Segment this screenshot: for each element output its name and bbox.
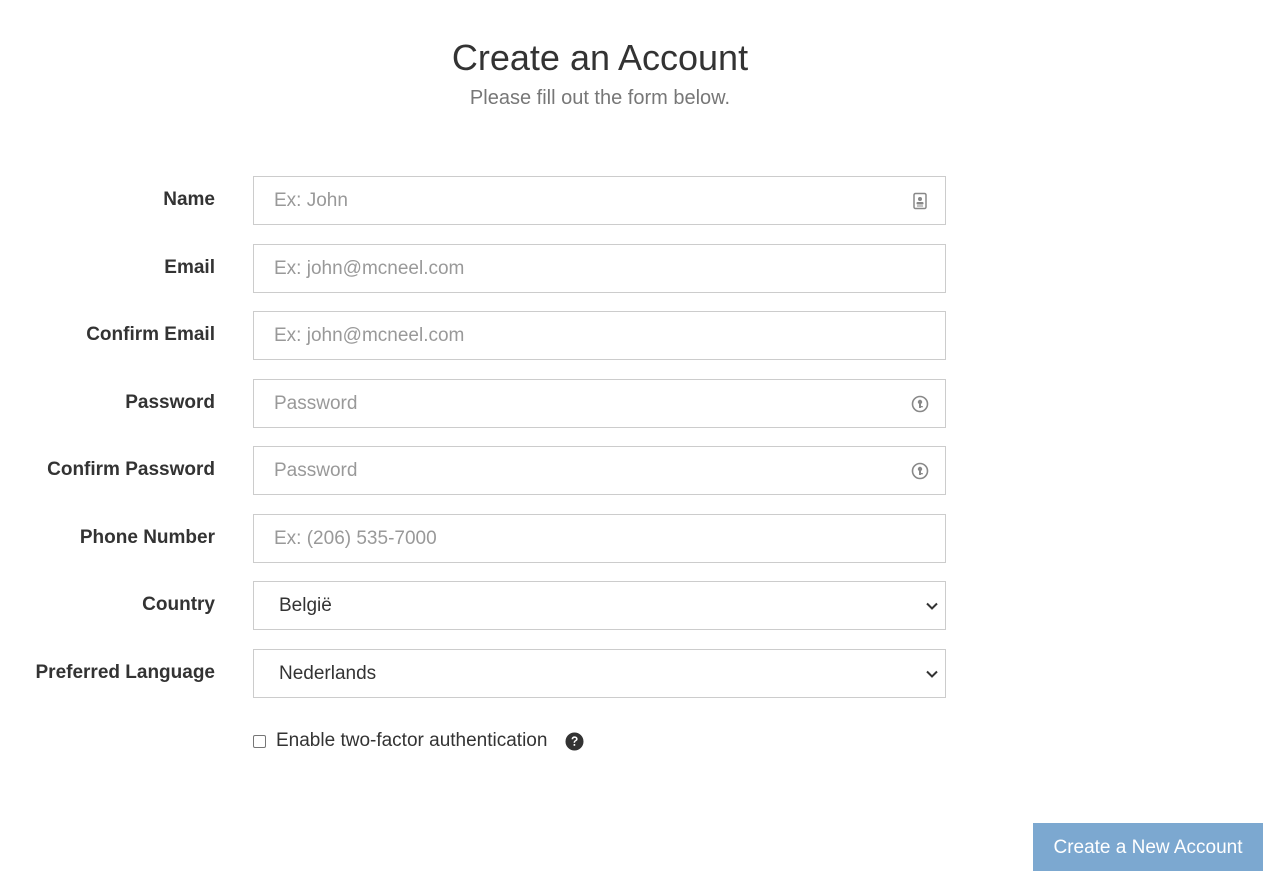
question-circle-icon[interactable] — [565, 732, 584, 751]
create-account-page: Create an Account Please fill out the fo… — [0, 0, 1268, 878]
contact-card-icon[interactable] — [911, 192, 929, 210]
password-manager-icon[interactable] — [911, 462, 929, 480]
email-label: Email — [164, 257, 215, 278]
confirm-password-row: Confirm Password — [0, 446, 950, 496]
phone-input[interactable] — [254, 515, 945, 562]
email-row: Email — [0, 244, 950, 294]
email-input[interactable] — [254, 245, 945, 292]
two-factor-checkbox[interactable] — [253, 734, 266, 748]
language-label: Preferred Language — [35, 662, 216, 683]
confirm-password-field[interactable] — [253, 446, 946, 495]
country-row: Country België — [0, 581, 950, 631]
two-factor-row: Enable two-factor authentication — [253, 728, 584, 754]
confirm-email-input[interactable] — [254, 312, 945, 359]
password-input[interactable] — [254, 380, 945, 427]
page-subtitle: Please fill out the form below. — [469, 87, 731, 109]
language-dropdown[interactable]: Nederlands — [254, 650, 945, 697]
password-label: Password — [125, 392, 215, 413]
name-input[interactable] — [254, 177, 945, 224]
confirm-email-row: Confirm Email — [0, 311, 950, 361]
name-row: Name — [0, 176, 950, 226]
country-select[interactable]: België — [253, 581, 946, 630]
country-label: Country — [142, 594, 215, 615]
password-manager-icon[interactable] — [911, 395, 929, 413]
password-field[interactable] — [253, 379, 946, 428]
name-field[interactable] — [253, 176, 946, 225]
confirm-password-label: Confirm Password — [47, 459, 215, 480]
country-dropdown[interactable]: België — [254, 582, 945, 629]
language-select[interactable]: Nederlands — [253, 649, 946, 698]
create-account-button[interactable]: Create a New Account — [1033, 823, 1263, 871]
email-field[interactable] — [253, 244, 946, 293]
password-row: Password — [0, 379, 950, 429]
confirm-password-input[interactable] — [254, 447, 945, 494]
phone-row: Phone Number — [0, 514, 950, 564]
confirm-email-field[interactable] — [253, 311, 946, 360]
phone-label: Phone Number — [79, 527, 215, 548]
two-factor-label[interactable]: Enable two-factor authentication — [276, 730, 547, 752]
phone-field[interactable] — [253, 514, 946, 563]
page-title: Create an Account — [451, 37, 749, 78]
language-row: Preferred Language Nederlands — [0, 649, 950, 699]
name-label: Name — [163, 189, 215, 210]
confirm-email-label: Confirm Email — [86, 324, 215, 345]
